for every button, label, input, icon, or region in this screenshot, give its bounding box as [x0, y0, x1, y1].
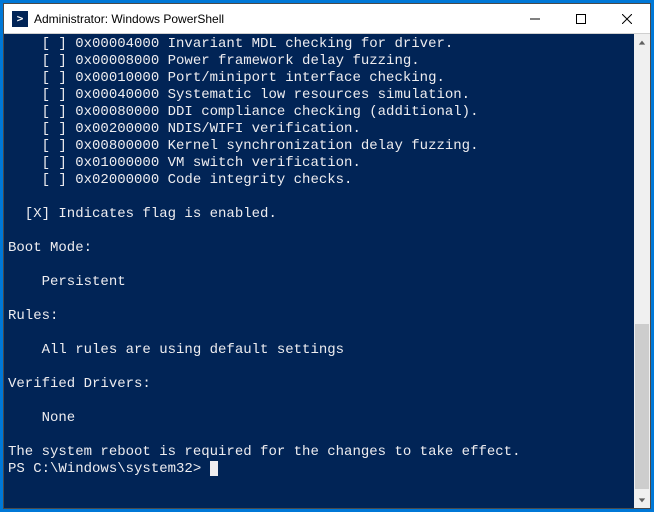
- vertical-scrollbar[interactable]: [634, 34, 650, 508]
- blank-line: [8, 223, 634, 240]
- close-button[interactable]: [604, 4, 650, 33]
- window-title: Administrator: Windows PowerShell: [34, 12, 512, 26]
- powershell-icon: [12, 11, 28, 27]
- scroll-thumb[interactable]: [635, 324, 649, 489]
- blank-line: [8, 359, 634, 376]
- blank-line: [8, 189, 634, 206]
- scroll-up-button[interactable]: [634, 34, 650, 51]
- titlebar[interactable]: Administrator: Windows PowerShell: [4, 4, 650, 34]
- flag-line: [ ] 0x00040000 Systematic low resources …: [8, 87, 634, 104]
- flag-line: [ ] 0x00200000 NDIS/WIFI verification.: [8, 121, 634, 138]
- flag-line: [ ] 0x00800000 Kernel synchronization de…: [8, 138, 634, 155]
- scroll-down-button[interactable]: [634, 491, 650, 508]
- minimize-button[interactable]: [512, 4, 558, 33]
- terminal-output[interactable]: [ ] 0x00004000 Invariant MDL checking fo…: [4, 34, 634, 508]
- flag-line: [ ] 0x00080000 DDI compliance checking (…: [8, 104, 634, 121]
- blank-line: [8, 427, 634, 444]
- flag-line: [ ] 0x00008000 Power framework delay fuz…: [8, 53, 634, 70]
- rules-value: All rules are using default settings: [8, 342, 634, 359]
- prompt-line[interactable]: PS C:\Windows\system32>: [8, 461, 634, 478]
- verified-value: None: [8, 410, 634, 427]
- content-area: [ ] 0x00004000 Invariant MDL checking fo…: [4, 34, 650, 508]
- flag-line: [ ] 0x00004000 Invariant MDL checking fo…: [8, 36, 634, 53]
- boot-mode-value: Persistent: [8, 274, 634, 291]
- blank-line: [8, 325, 634, 342]
- cursor: [210, 461, 218, 476]
- boot-mode-label: Boot Mode:: [8, 240, 634, 257]
- blank-line: [8, 257, 634, 274]
- rules-label: Rules:: [8, 308, 634, 325]
- flag-line: [ ] 0x00010000 Port/miniport interface c…: [8, 70, 634, 87]
- verified-label: Verified Drivers:: [8, 376, 634, 393]
- blank-line: [8, 291, 634, 308]
- reboot-message: The system reboot is required for the ch…: [8, 444, 634, 461]
- flag-line: [ ] 0x01000000 VM switch verification.: [8, 155, 634, 172]
- blank-line: [8, 393, 634, 410]
- powershell-window: Administrator: Windows PowerShell [ ] 0x…: [3, 3, 651, 509]
- maximize-button[interactable]: [558, 4, 604, 33]
- legend-line: [X] Indicates flag is enabled.: [8, 206, 634, 223]
- flag-line: [ ] 0x02000000 Code integrity checks.: [8, 172, 634, 189]
- window-controls: [512, 4, 650, 33]
